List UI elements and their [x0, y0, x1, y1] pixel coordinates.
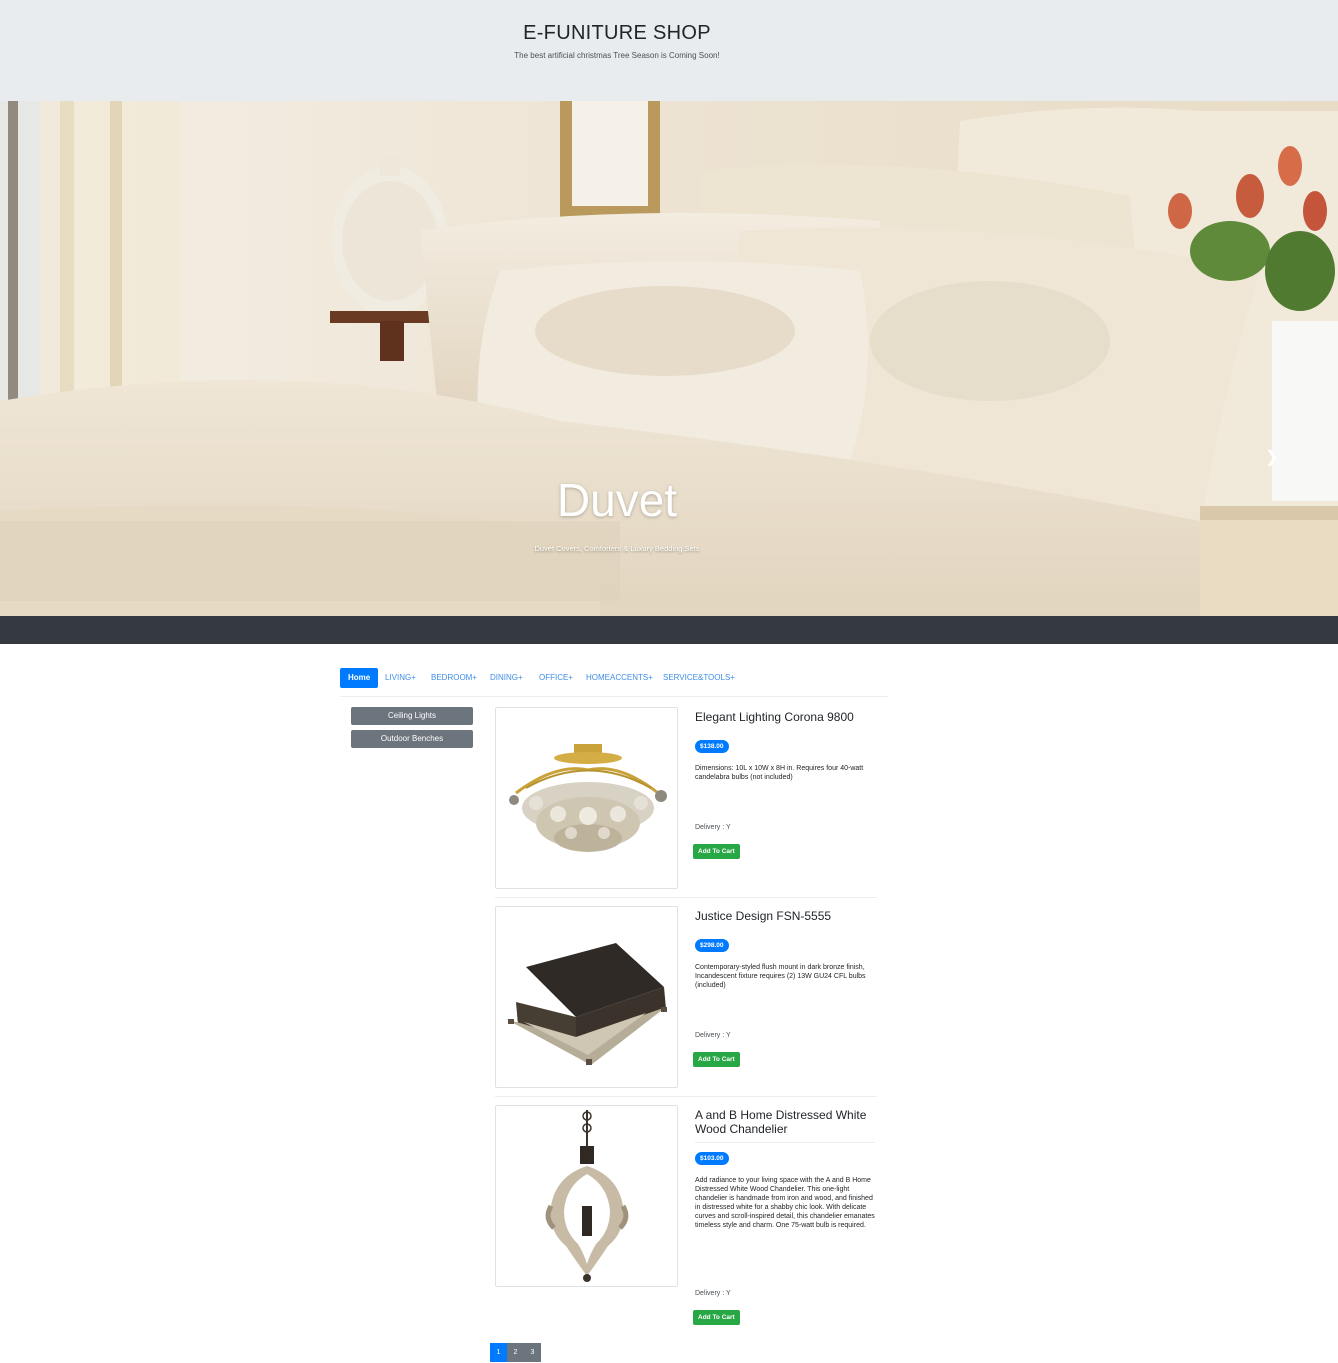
product-name[interactable]: A and B Home Distressed White Wood Chand… — [695, 1108, 875, 1136]
hero-carousel: Duvet Duvet Covers, Comforters & Luxury … — [0, 101, 1338, 616]
add-to-cart-button[interactable]: Add To Cart — [693, 1310, 740, 1325]
dark-divider-bar — [0, 616, 1338, 644]
hero-caption-subtitle: Duvet Covers, Comforters & Luxury Beddin… — [534, 544, 700, 553]
price-badge: $298.00 — [695, 939, 729, 952]
tab-living[interactable]: LIVING+ — [385, 668, 416, 688]
sidebar-item-outdoor-benches[interactable]: Outdoor Benches — [351, 730, 473, 748]
delivery-status: Delivery : Y — [695, 1032, 731, 1039]
tab-homeaccents[interactable]: HOMEACCENTS+ — [586, 668, 653, 688]
page-link-1[interactable]: 1 — [490, 1343, 507, 1362]
page-link-2[interactable]: 2 — [507, 1343, 524, 1362]
page-link-3[interactable]: 3 — [524, 1343, 541, 1362]
name-divider — [695, 1142, 875, 1143]
delivery-status: Delivery : Y — [695, 824, 731, 831]
category-nav: Home LIVING+ BEDROOM+ DINING+ OFFICE+ HO… — [340, 668, 888, 697]
wood-chandelier-icon — [545, 1110, 629, 1282]
site-header: E-FUNITURE SHOP The best artificial chri… — [0, 0, 1338, 101]
tab-dining[interactable]: DINING+ — [490, 668, 523, 688]
tab-bedroom[interactable]: BEDROOM+ — [431, 668, 477, 688]
product-divider — [495, 1096, 877, 1097]
price-badge: $103.00 — [695, 1152, 729, 1165]
tab-service-tools[interactable]: SERVICE&TOOLS+ — [663, 668, 735, 688]
chandelier-crystal-icon — [509, 744, 667, 852]
product-description: Dimensions: 10L x 10W x 8H in. Requires … — [695, 765, 864, 781]
hero-image — [0, 101, 1338, 616]
add-to-cart-button[interactable]: Add To Cart — [693, 1052, 740, 1067]
hero-caption-title: Duvet — [556, 474, 678, 526]
product-name[interactable]: Justice Design FSN-5555 — [695, 909, 875, 923]
site-title: E-FUNITURE SHOP — [523, 22, 711, 44]
product-image[interactable] — [495, 906, 678, 1088]
product-description: Contemporary-styled flush mount in dark … — [695, 964, 866, 989]
tab-office[interactable]: OFFICE+ — [539, 668, 573, 688]
product-divider — [495, 897, 877, 898]
flush-mount-light-icon — [506, 943, 667, 1065]
product-description: Add radiance to your living space with t… — [695, 1177, 875, 1229]
product-name[interactable]: Elegant Lighting Corona 9800 — [695, 710, 875, 724]
site-tagline: The best artificial christmas Tree Seaso… — [514, 51, 720, 60]
product-image[interactable] — [495, 707, 678, 889]
tab-home[interactable]: Home — [340, 668, 379, 688]
delivery-status: Delivery : Y — [695, 1290, 731, 1297]
chevron-right-icon[interactable]: ❯ — [1262, 447, 1282, 471]
price-badge: $138.00 — [695, 740, 729, 753]
add-to-cart-button[interactable]: Add To Cart — [693, 844, 740, 859]
sidebar-item-ceiling-lights[interactable]: Ceiling Lights — [351, 707, 473, 725]
product-image[interactable] — [495, 1105, 678, 1287]
